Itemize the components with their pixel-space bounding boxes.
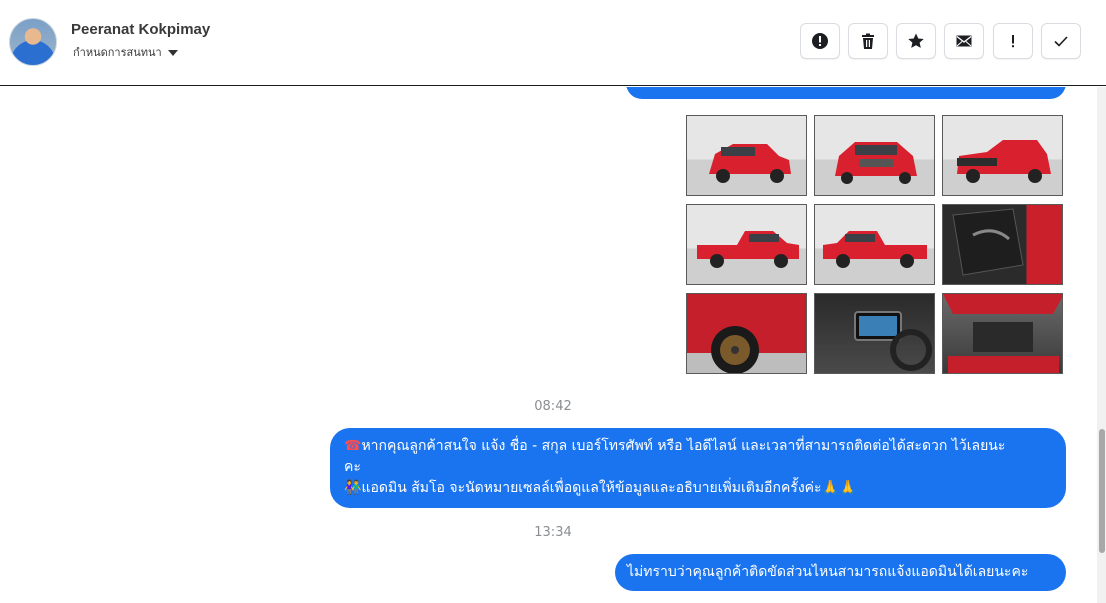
photo-thumbnail[interactable]: [814, 115, 935, 196]
timestamp: 13:34: [534, 525, 572, 540]
report-button[interactable]: [800, 23, 840, 59]
photo-thumbnail[interactable]: [686, 293, 807, 374]
star-button[interactable]: [896, 23, 936, 59]
star-icon: [908, 33, 924, 48]
message-bubble-partial[interactable]: [626, 87, 1066, 99]
message-bubble[interactable]: ไม่ทราบว่าคุณลูกค้าติดขัดส่วนไหนสามารถแจ…: [615, 554, 1066, 591]
photo-thumbnail[interactable]: [686, 115, 807, 196]
message-line: 👫แอดมิน ส้มโอ จะนัดหมายเซลล์เพื่อดูแลให้…: [344, 478, 1054, 499]
photo-thumbnail[interactable]: [942, 204, 1063, 285]
photo-thumbnail[interactable]: [942, 115, 1063, 196]
pray-emoji-icon: 🙏🙏: [821, 480, 857, 496]
contact-name[interactable]: Peeranat Kokpimay: [71, 21, 210, 38]
timestamp: 08:42: [534, 399, 572, 414]
important-button[interactable]: [993, 23, 1033, 59]
done-button[interactable]: [1041, 23, 1081, 59]
photo-thumbnail[interactable]: [814, 293, 935, 374]
message-text: หากคุณลูกค้าสนใจ แจ้ง ชื่อ - สกุล เบอร์โ…: [361, 438, 1006, 454]
message-text: แอดมิน ส้มโอ จะนัดหมายเซลล์เพื่อดูแลให้ข…: [361, 480, 822, 496]
mail-icon: [956, 35, 972, 47]
message-bubble[interactable]: ☎หากคุณลูกค้าสนใจ แจ้ง ชื่อ - สกุล เบอร์…: [330, 428, 1066, 508]
message-thread: 08:42 ☎หากคุณลูกค้าสนใจ แจ้ง ชื่อ - สกุล…: [0, 87, 1106, 603]
mark-unread-button[interactable]: [944, 23, 984, 59]
people-emoji-icon: 👫: [344, 480, 362, 496]
delete-button[interactable]: [848, 23, 888, 59]
photo-thumbnail[interactable]: [814, 204, 935, 285]
exclamation-icon: [1012, 35, 1014, 48]
conversation-setting-label: กำหนดการสนทนา: [73, 46, 162, 59]
conversation-header: Peeranat Kokpimay กำหนดการสนทนา: [0, 0, 1106, 86]
alert-circle-icon: [812, 33, 828, 49]
photo-thumbnail[interactable]: [686, 204, 807, 285]
scrollbar-thumb[interactable]: [1099, 429, 1105, 553]
photo-thumbnail[interactable]: [942, 293, 1063, 374]
trash-icon: [862, 33, 874, 49]
message-text: ไม่ทราบว่าคุณลูกค้าติดขัดส่วนไหนสามารถแจ…: [627, 564, 1029, 580]
telephone-emoji-icon: ☎: [344, 438, 362, 454]
message-line: ☎หากคุณลูกค้าสนใจ แจ้ง ชื่อ - สกุล เบอร์…: [344, 436, 1054, 457]
caret-down-icon: [167, 50, 178, 56]
message-text: คะ: [344, 459, 361, 475]
avatar[interactable]: [9, 18, 57, 66]
check-icon: [1054, 36, 1068, 47]
conversation-setting-dropdown[interactable]: กำหนดการสนทนา: [73, 43, 178, 61]
